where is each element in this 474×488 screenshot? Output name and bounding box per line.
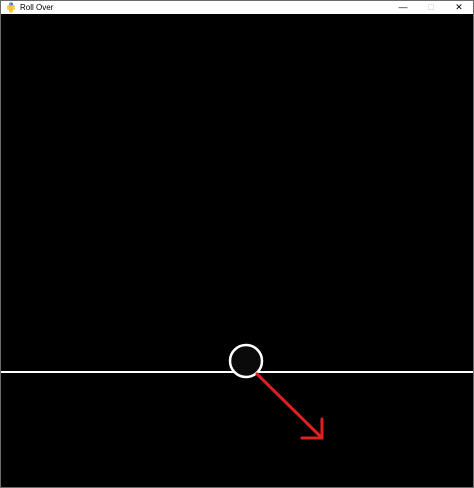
pygame-snake-icon bbox=[5, 2, 16, 13]
maximize-button[interactable]: □ bbox=[417, 1, 445, 14]
close-button[interactable]: ✕ bbox=[445, 1, 473, 14]
title-bar[interactable]: Roll Over — □ ✕ bbox=[1, 1, 473, 14]
game-canvas[interactable] bbox=[1, 14, 473, 487]
scene-background bbox=[1, 14, 473, 487]
rolling-ball bbox=[228, 343, 264, 379]
window-title: Roll Over bbox=[20, 3, 54, 12]
game-scene bbox=[1, 14, 473, 487]
window-controls: — □ ✕ bbox=[389, 1, 473, 14]
game-window: Roll Over — □ ✕ bbox=[0, 0, 474, 488]
minimize-button[interactable]: — bbox=[389, 1, 417, 14]
